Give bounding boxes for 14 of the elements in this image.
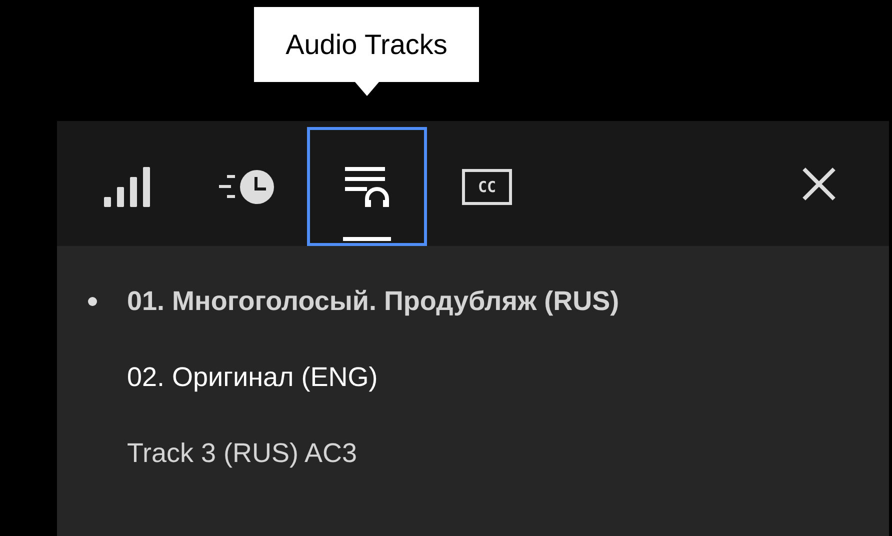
audio-track-item[interactable]: 01. Многоголосый. Продубляж (RUS) — [127, 286, 620, 316]
selected-bullet-icon — [88, 296, 96, 306]
tab[interactable] — [307, 127, 427, 246]
captions-icon: CC — [462, 168, 512, 204]
tab[interactable]: CC — [427, 127, 547, 246]
signal-bars-icon — [104, 166, 150, 206]
audio-track-item[interactable]: Track 3 (RUS) AC3 — [127, 438, 358, 468]
audio-track-item[interactable]: 02. Оригинал (ENG) — [127, 362, 378, 392]
close-icon — [802, 166, 836, 200]
playlist-headphones-icon — [345, 166, 389, 206]
fast-clock-icon — [219, 168, 275, 204]
tooltip: Audio Tracks — [254, 7, 479, 82]
close-button[interactable] — [802, 166, 836, 200]
tooltip-pointer — [354, 82, 378, 96]
